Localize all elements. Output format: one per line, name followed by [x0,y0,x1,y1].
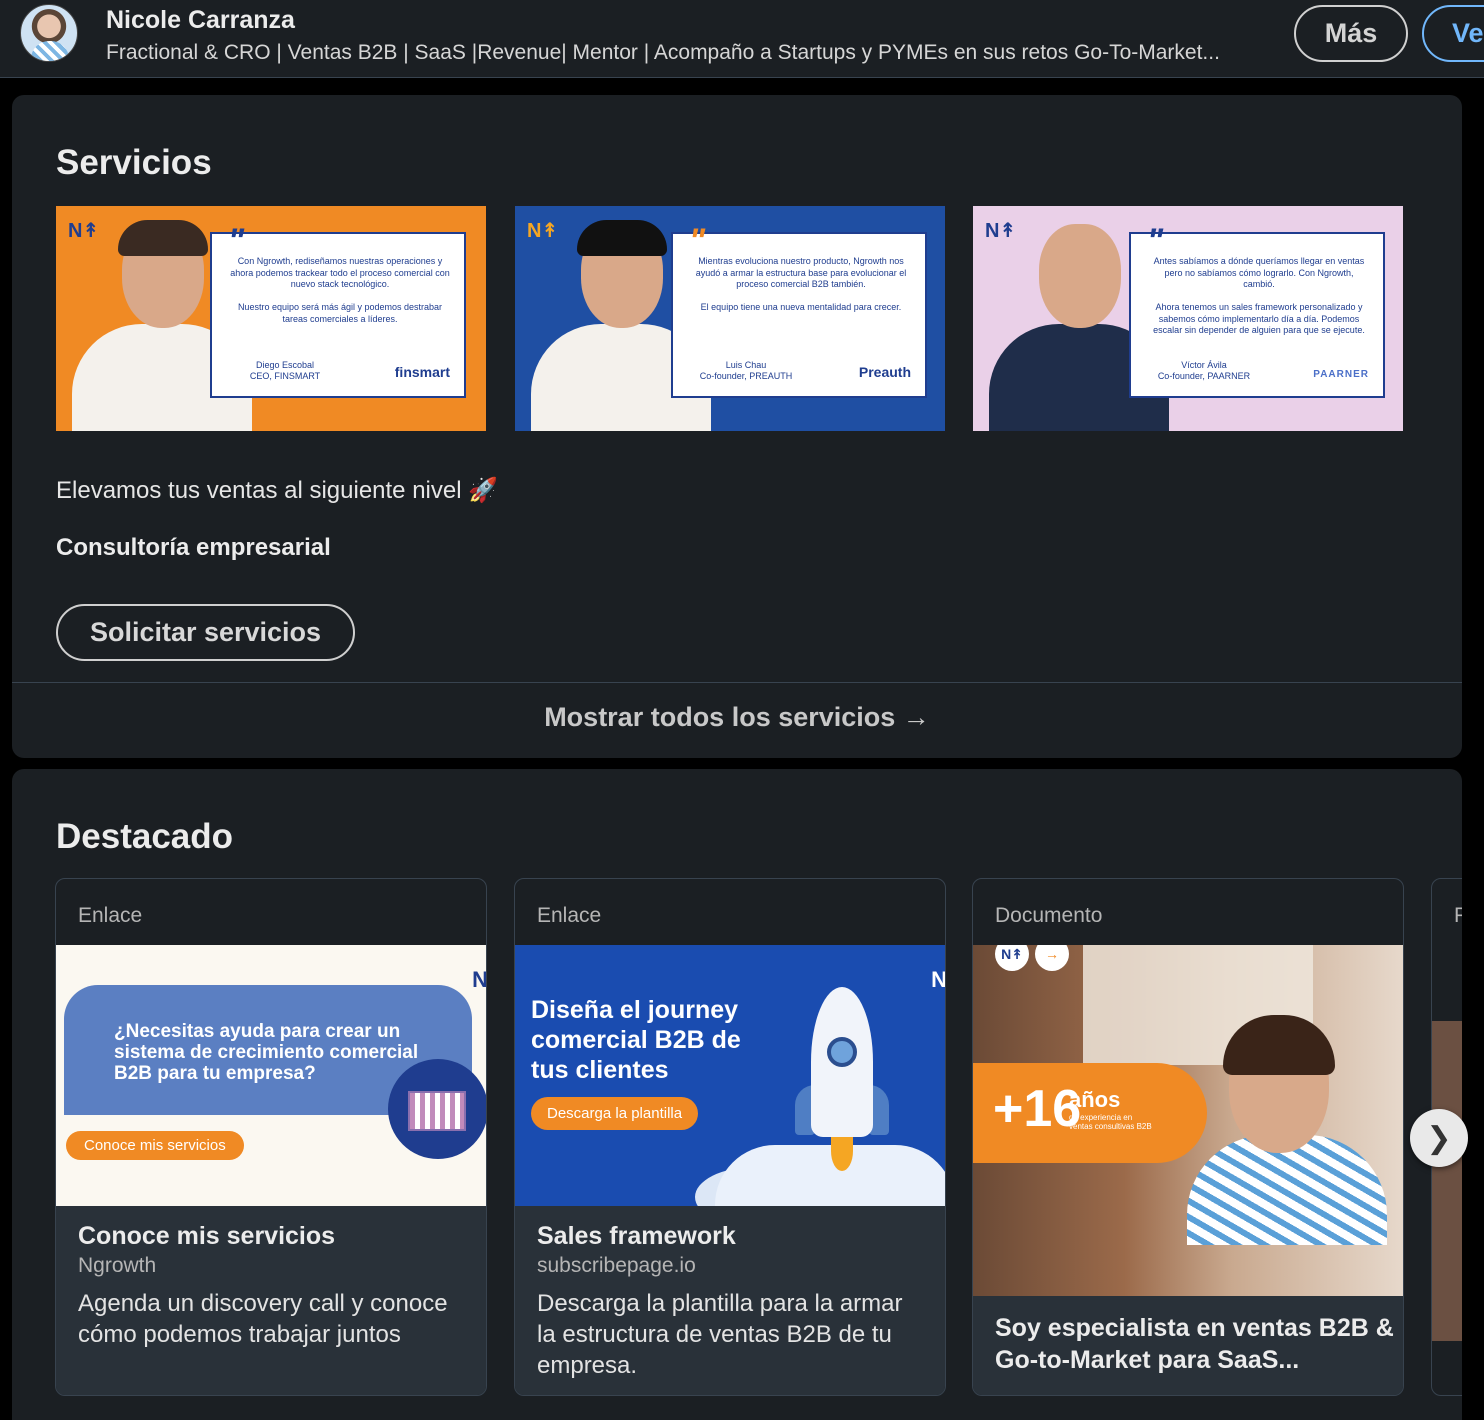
experience-caption: de experiencia en ventas consultivas B2B [1069,1113,1152,1131]
person-photo [531,220,711,431]
testimonial-author: Diego Escobal CEO, FINSMART [249,360,321,381]
experience-unit: años [1069,1087,1121,1112]
featured-item[interactable]: Enlace N Diseña el journey comercial B2B… [514,878,946,1396]
featured-item[interactable]: Enlace N ¿Necesitas ayuda para crear un … [55,878,487,1396]
testimonial-text: Con Ngrowth, rediseñamos nuestras operac… [230,256,450,324]
brand-logo: Preauth [858,364,911,380]
carousel-next-button[interactable]: ❯ [1410,1109,1468,1167]
request-services-button[interactable]: Solicitar servicios [56,604,355,661]
featured-item-description: Agenda un discovery call y conoce cómo p… [78,1290,448,1348]
featured-item-image: N↟ → +16 años de experiencia en ventas c… [973,945,1403,1296]
more-button[interactable]: Más [1294,5,1408,62]
ngrowth-logo-icon: N↟ [527,220,559,242]
ngrowth-logo-icon: N↟ [68,220,100,242]
testimonial-author: Luis Chau Co-founder, PREAUTH [699,360,793,381]
featured-item-type: Enlace [537,904,602,927]
section-title: Destacado [56,817,234,856]
show-all-services-link[interactable]: Mostrar todos los servicios → [12,702,1462,733]
image-headline: Diseña el journey comercial B2B de tus c… [531,996,741,1084]
chart-badge-icon [388,1059,486,1159]
featured-item-body: Soy especialista en ventas B2B & Go-to-M… [973,1296,1403,1395]
ngrowth-logo-icon: N [472,967,487,992]
sticky-profile-header: Nicole Carranza Fractional & CRO | Venta… [0,0,1484,78]
featured-section: Destacado Enlace N ¿Necesitas ayuda para… [12,769,1462,1420]
experience-number: +16 [993,1080,1082,1138]
featured-item-type: Enlace [78,904,143,927]
featured-item-image: N Diseña el journey comercial B2B de tus… [515,945,946,1206]
section-title: Servicios [56,143,212,182]
testimonial-box: " Antes sabíamos a dónde queríamos llega… [1129,222,1385,398]
brand-logo: PAARNER [1313,369,1369,380]
featured-item-title: Sales framework [537,1222,736,1250]
person-photo [989,224,1169,431]
rocket-icon [831,1131,853,1171]
brand-logo: finsmart [394,364,450,380]
featured-item-source: subscribepage.io [537,1254,696,1277]
testimonial-box: " Con Ngrowth, rediseñamos nuestras oper… [210,222,466,398]
featured-item[interactable]: Documento N↟ → +16 años de experiencia e… [972,878,1404,1396]
rocket-icon [827,1037,857,1067]
ngrowth-logo-icon: N↟ [995,945,1029,971]
testimonial-author: Víctor Ávila Co-founder, PAARNER [1157,360,1251,381]
featured-item-title: Soy especialista en ventas B2B & Go-to-M… [995,1314,1394,1374]
ngrowth-logo-icon: N [931,967,946,992]
ngrowth-logo-icon: N↟ [985,220,1017,242]
service-image-2[interactable]: N↟ " Mientras evoluciona nuestro product… [515,206,945,431]
services-category: Consultoría empresarial [56,534,331,561]
testimonial-text: Antes sabíamos a dónde queríamos llegar … [1153,256,1365,335]
featured-item-body: Sales framework subscribepage.io Descarg… [515,1206,945,1395]
divider [12,682,1462,683]
featured-item-type: Documento [995,904,1103,927]
featured-item-description: Descarga la plantilla para la armar la e… [537,1290,903,1379]
profile-headline: Fractional & CRO | Ventas B2B | SaaS |Re… [106,41,1220,64]
image-button: Descarga la plantilla [531,1097,699,1130]
arrow-right-icon: → [1035,945,1069,971]
image-button: Conoce mis servicios [66,1131,244,1160]
service-image-3[interactable]: N↟ " Antes sabíamos a dónde queríamos ll… [973,206,1403,431]
avatar-shirt [31,41,69,61]
profile-name: Nicole Carranza [106,6,295,34]
service-image-1[interactable]: N↟ " Con Ngrowth, rediseñamos nuestras o… [56,206,486,431]
testimonial-box: " Mientras evoluciona nuestro producto, … [671,222,927,398]
avatar[interactable] [20,4,78,62]
featured-item-image [1432,1021,1462,1341]
services-section: Servicios N↟ " Con Ngrowth, rediseñamos … [12,95,1462,758]
services-tagline: Elevamos tus ventas al siguiente nivel 🚀 [56,477,499,504]
featured-item-title: Conoce mis servicios [78,1222,336,1250]
testimonial-text: Mientras evoluciona nuestro producto, Ng… [695,256,907,312]
featured-item-body: Conoce mis servicios Ngrowth Agenda un d… [56,1206,486,1395]
image-headline: ¿Necesitas ayuda para crear un sistema d… [114,1021,419,1084]
featured-item-source: Ngrowth [78,1254,157,1277]
featured-item-type: P [1454,904,1462,928]
person-photo [72,220,252,431]
view-button[interactable]: Ve [1422,5,1484,62]
featured-item-image: N ¿Necesitas ayuda para crear un sistema… [56,945,487,1206]
